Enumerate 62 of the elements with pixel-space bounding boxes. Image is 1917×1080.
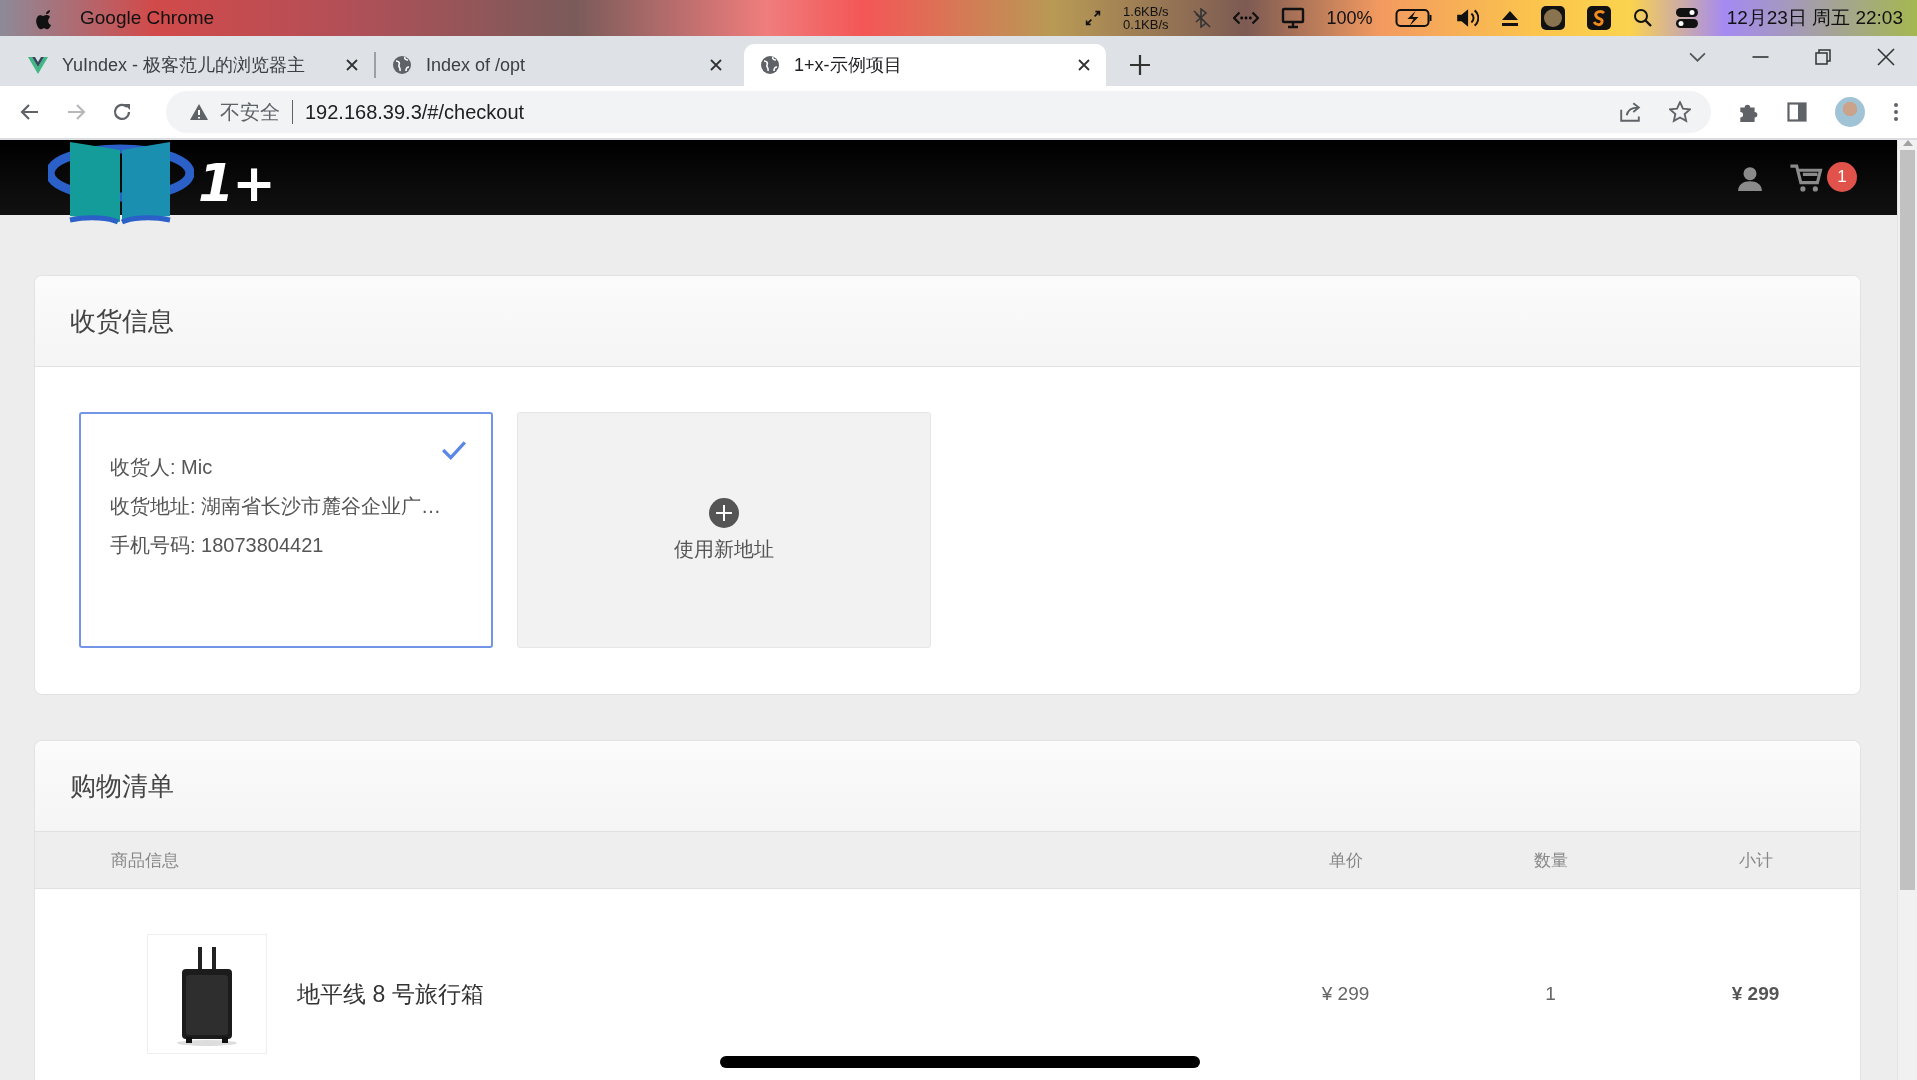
- security-label: 不安全: [220, 99, 280, 125]
- battery-icon[interactable]: [1394, 8, 1433, 28]
- close-icon[interactable]: [1877, 48, 1895, 66]
- browser-tab[interactable]: 1+x-示例项目: [744, 44, 1106, 86]
- speaker-icon[interactable]: [1454, 7, 1479, 29]
- new-tab-icon[interactable]: [1130, 55, 1150, 75]
- battery-percent: 100%: [1326, 7, 1373, 29]
- arrows-icon[interactable]: [1085, 10, 1102, 26]
- logo-text[interactable]: 1+: [198, 154, 274, 212]
- quantity: 1: [1544, 983, 1557, 1005]
- browser-tab[interactable]: Index of /opt: [376, 44, 738, 86]
- download-speed: 0.1KB/s: [1123, 18, 1169, 31]
- star-icon[interactable]: [1669, 101, 1691, 123]
- vue-icon: [28, 55, 48, 75]
- clock[interactable]: 12月23日 周五 22:03: [1726, 5, 1903, 31]
- product-name[interactable]: 地平线 8 号旅行箱: [297, 978, 484, 1010]
- url-text: 192.168.39.3/#/checkout: [305, 100, 526, 124]
- address-line: 收货地址: 湖南省长沙市麓谷企业广…: [110, 494, 442, 519]
- column-header: 商品信息: [110, 849, 180, 872]
- close-icon[interactable]: [1078, 59, 1090, 71]
- back-icon[interactable]: [20, 103, 40, 121]
- scrollbar[interactable]: [1897, 140, 1917, 1080]
- globe-icon: [392, 55, 412, 75]
- address-line: 手机号码: 18073804421: [110, 533, 324, 558]
- address-line: 收货人: Mic: [110, 455, 213, 480]
- app-icon[interactable]: [1586, 6, 1611, 30]
- column-header: 数量: [1532, 849, 1569, 872]
- toggle-icon[interactable]: [1674, 7, 1699, 29]
- chevron-down-icon[interactable]: [1689, 52, 1706, 62]
- address-card[interactable]: 收货人: Mic 收货地址: 湖南省长沙市麓谷企业广… 手机号码: 18073804421: [79, 412, 493, 648]
- cart-icon[interactable]: [1789, 163, 1823, 192]
- upload-speed: 1.6KB/s: [1123, 5, 1169, 18]
- cart-count-badge: 1: [1827, 161, 1857, 192]
- close-icon[interactable]: [710, 59, 722, 71]
- browser-tab[interactable]: YuIndex - 极客范儿的浏览器主: [12, 44, 374, 86]
- plus-circle-icon: [709, 497, 739, 528]
- unit-price: ¥ 299: [1320, 983, 1371, 1005]
- search-icon[interactable]: [1632, 8, 1653, 28]
- address-field[interactable]: 不安全 192.168.39.3/#/checkout: [166, 91, 1711, 133]
- check-icon: [441, 440, 467, 460]
- globe-icon: [760, 55, 780, 75]
- restore-icon[interactable]: [1815, 49, 1831, 65]
- minimize-icon[interactable]: [1752, 56, 1769, 58]
- section-title: 购物清单: [70, 769, 174, 803]
- bluetooth-icon[interactable]: [1190, 8, 1211, 28]
- reload-icon[interactable]: [112, 102, 132, 122]
- close-icon[interactable]: [346, 59, 358, 71]
- app-name[interactable]: Google Chrome: [80, 7, 215, 29]
- menu-icon[interactable]: [1893, 102, 1899, 122]
- warning-icon: [190, 103, 208, 121]
- side-panel-icon[interactable]: [1787, 102, 1807, 122]
- monitor-icon[interactable]: [1280, 7, 1305, 29]
- new-address-button[interactable]: 使用新地址: [517, 412, 931, 648]
- user-icon[interactable]: [1737, 164, 1763, 191]
- eject-icon[interactable]: [1500, 9, 1519, 27]
- book-logo-icon[interactable]: [48, 140, 194, 226]
- app-icon[interactable]: [1540, 6, 1565, 30]
- column-header: 小计: [1737, 849, 1774, 872]
- section-title: 收货信息: [70, 304, 174, 338]
- subtotal: ¥ 299: [1730, 983, 1781, 1005]
- column-header: 单价: [1327, 849, 1364, 872]
- share-icon[interactable]: [1619, 101, 1641, 123]
